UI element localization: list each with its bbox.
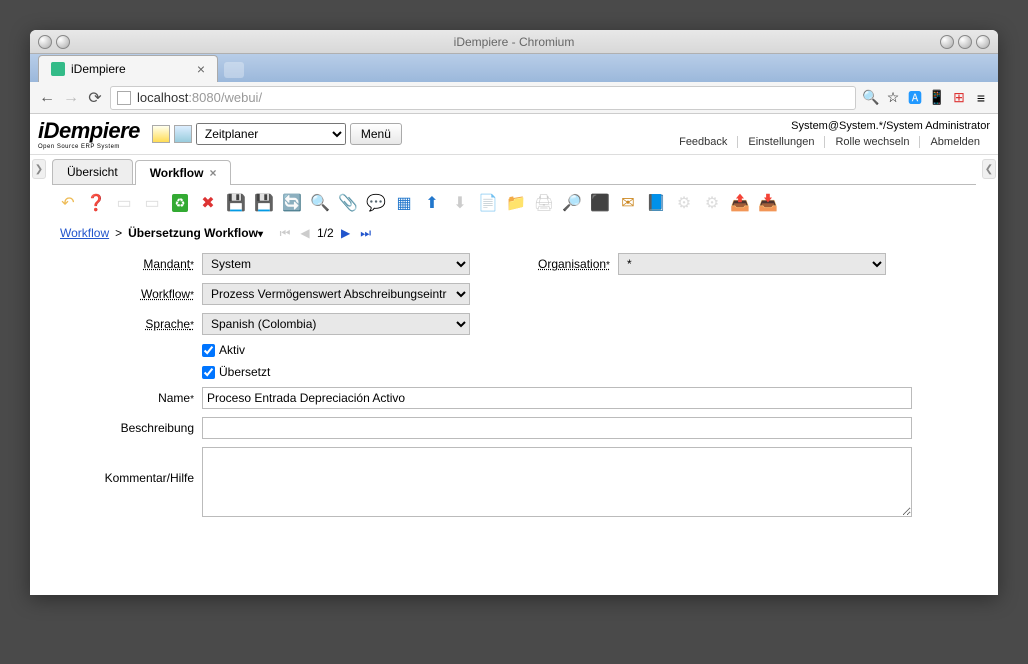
copy-icon[interactable]: ▭ [140,191,164,215]
url-text: localhost:8080/webui/ [137,90,262,105]
first-record-icon[interactable]: ⏮ [277,225,293,241]
content-area: ❯ Übersicht Workflow × ↶ ❓ ▭ ▭ ♻ ✖ 💾 💾 🔄… [30,155,998,595]
tab-workflow[interactable]: Workflow × [135,160,232,185]
zoom-across-icon[interactable]: 🔎 [560,191,584,215]
new-icon[interactable]: ▭ [112,191,136,215]
breadcrumb-current[interactable]: Übersetzung Workflow▾ [128,226,263,240]
window-menu-icon[interactable] [38,35,52,49]
left-panel-toggle[interactable]: ❯ [32,159,46,179]
process2-icon[interactable]: ⚙ [700,191,724,215]
print-icon[interactable]: 🖨 [532,191,556,215]
field-sprache[interactable]: Spanish (Colombia) [202,313,470,335]
field-mandant[interactable]: System [202,253,470,275]
logo: iDempiere Open Source ERP System [38,118,140,150]
save-icon[interactable]: 💾 [224,191,248,215]
link-logout[interactable]: Abmelden [920,136,990,148]
find-icon[interactable]: 🔍 [308,191,332,215]
link-feedback[interactable]: Feedback [669,136,738,148]
checkbox-aktiv[interactable]: Aktiv [202,343,245,357]
label-workflow: Workflow* [64,287,194,301]
label-kommentar: Kommentar/Hilfe [64,447,194,485]
field-workflow[interactable]: Prozess Vermögenswert Abschreibungseintr [202,283,470,305]
chat-icon[interactable]: 💬 [364,191,388,215]
tab-overview[interactable]: Übersicht [52,159,133,184]
window-title: iDempiere - Chromium [454,35,575,49]
refresh-icon[interactable]: 🔄 [280,191,304,215]
menu-select[interactable]: Zeitplaner [196,123,346,145]
breadcrumb: Workflow > Übersetzung Workflow▾ ⏮ ◀ 1/2… [52,221,976,245]
workflow-icon[interactable]: ⬛ [588,191,612,215]
attachment-icon[interactable]: 📎 [336,191,360,215]
url-field[interactable]: localhost:8080/webui/ [110,86,856,110]
browser-tab-label: iDempiere [71,62,126,76]
bookmark-icon[interactable]: ☆ [884,89,902,107]
checkbox-uebersetzt[interactable]: Übersetzt [202,365,270,379]
window-pin-icon[interactable] [56,35,70,49]
page-indicator: 1/2 [317,226,334,240]
new-record-icon[interactable] [152,125,170,143]
label-name: Name* [64,391,194,405]
browser-tab[interactable]: iDempiere × [38,55,218,82]
record-toolbar: ↶ ❓ ▭ ▭ ♻ ✖ 💾 💾 🔄 🔍 📎 💬 ▦ ⬆ ⬇ 📄 📁 🖨 🔎 [52,185,976,221]
label-mandant: Mandant* [64,257,194,271]
zoom-icon[interactable]: 🔍 [862,89,880,107]
link-settings[interactable]: Einstellungen [738,136,825,148]
os-window: iDempiere - Chromium iDempiere × ← → ⟳ l… [30,30,998,595]
menu-button[interactable]: Menü [350,123,402,145]
last-record-icon[interactable]: ⏭ [358,225,374,241]
request-icon[interactable]: ✉ [616,191,640,215]
next-record-icon[interactable]: ▶ [338,225,354,241]
product-icon[interactable]: 📘 [644,191,668,215]
open-window-icon[interactable] [174,125,192,143]
link-role[interactable]: Rolle wechseln [825,136,920,148]
back-button[interactable]: ← [38,89,56,107]
label-organisation: Organisation* [538,257,610,271]
breadcrumb-root[interactable]: Workflow [60,226,109,240]
menu-icon[interactable]: ≡ [972,89,990,107]
app-tabs: Übersicht Workflow × [52,159,976,185]
minimize-icon[interactable] [940,35,954,49]
detail-icon[interactable]: ⬇ [448,191,472,215]
gplus-icon[interactable]: ⊞ [950,89,968,107]
favicon-icon [51,62,65,76]
save-new-icon[interactable]: 💾 [252,191,276,215]
delete-icon[interactable]: ♻ [168,191,192,215]
help-icon[interactable]: ❓ [84,191,108,215]
process-icon[interactable]: ⚙ [672,191,696,215]
record-pager: ⏮ ◀ 1/2 ▶ ⏭ [277,225,374,241]
field-kommentar[interactable] [202,447,912,517]
undo-icon[interactable]: ↶ [56,191,80,215]
delete-selection-icon[interactable]: ✖ [196,191,220,215]
field-organisation[interactable]: * [618,253,886,275]
maximize-icon[interactable] [958,35,972,49]
page-icon [117,91,131,105]
main-panel: Übersicht Workflow × ↶ ❓ ▭ ▭ ♻ ✖ 💾 💾 🔄 🔍… [48,155,980,595]
grid-icon[interactable]: ▦ [392,191,416,215]
new-tab-button[interactable] [224,62,244,78]
export-icon[interactable]: 📤 [728,191,752,215]
translate-icon[interactable]: 🅰 [906,89,924,107]
report-icon[interactable]: 📄 [476,191,500,215]
device-icon[interactable]: 📱 [928,89,946,107]
reload-button[interactable]: ⟳ [86,89,104,107]
right-panel-toggle[interactable]: ❮ [982,159,996,179]
label-beschreibung: Beschreibung [64,421,194,435]
titlebar: iDempiere - Chromium [30,30,998,54]
parent-icon[interactable]: ⬆ [420,191,444,215]
app-header: iDempiere Open Source ERP System Zeitpla… [30,114,998,155]
import-icon[interactable]: 📥 [756,191,780,215]
label-sprache: Sprache* [64,317,194,331]
browser-tabstrip: iDempiere × [30,54,998,82]
tab-close-icon[interactable]: × [209,166,216,180]
address-bar: ← → ⟳ localhost:8080/webui/ 🔍 ☆ 🅰 📱 ⊞ ≡ [30,82,998,114]
archive-icon[interactable]: 📁 [504,191,528,215]
tab-close-icon[interactable]: × [197,61,205,77]
prev-record-icon[interactable]: ◀ [297,225,313,241]
field-beschreibung[interactable] [202,417,912,439]
system-info: System@System.*/System Administrator [669,120,990,132]
field-name[interactable] [202,387,912,409]
translation-form: Mandant* System Organisation* * Workflow… [52,245,976,533]
close-icon[interactable] [976,35,990,49]
forward-button[interactable]: → [62,89,80,107]
